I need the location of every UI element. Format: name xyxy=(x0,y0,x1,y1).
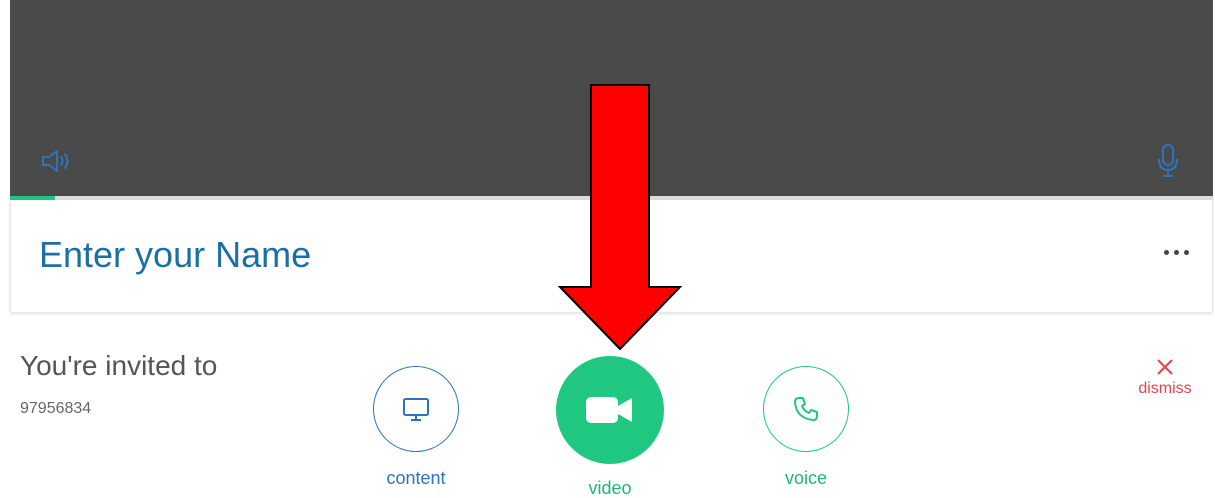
video-button[interactable]: video xyxy=(555,356,665,498)
dismiss-label: dismiss xyxy=(1138,380,1192,397)
video-camera-icon xyxy=(586,397,632,423)
voice-button[interactable]: voice xyxy=(762,366,850,489)
content-button[interactable]: content xyxy=(372,366,460,489)
phone-icon xyxy=(794,397,818,421)
voice-circle[interactable] xyxy=(763,366,849,452)
speaker-icon[interactable] xyxy=(40,147,74,175)
more-horizontal-icon xyxy=(1161,249,1191,255)
video-circle[interactable] xyxy=(556,356,664,464)
down-arrow-annotation xyxy=(558,84,682,350)
content-circle[interactable] xyxy=(373,366,459,452)
invite-title: You're invited to xyxy=(20,350,218,381)
voice-label: voice xyxy=(784,468,828,488)
monitor-icon xyxy=(403,398,429,421)
name-input[interactable] xyxy=(39,230,939,280)
more-options-button[interactable] xyxy=(1156,238,1196,266)
meeting-id: 97956834 xyxy=(20,400,92,417)
dismiss-button[interactable]: dismiss xyxy=(1128,358,1202,398)
content-label: content xyxy=(386,468,446,488)
close-icon xyxy=(1157,359,1173,375)
microphone-icon[interactable] xyxy=(1156,143,1180,179)
join-meeting-page: You're invited to 97956834 content video… xyxy=(0,0,1215,498)
video-label: video xyxy=(588,478,632,498)
